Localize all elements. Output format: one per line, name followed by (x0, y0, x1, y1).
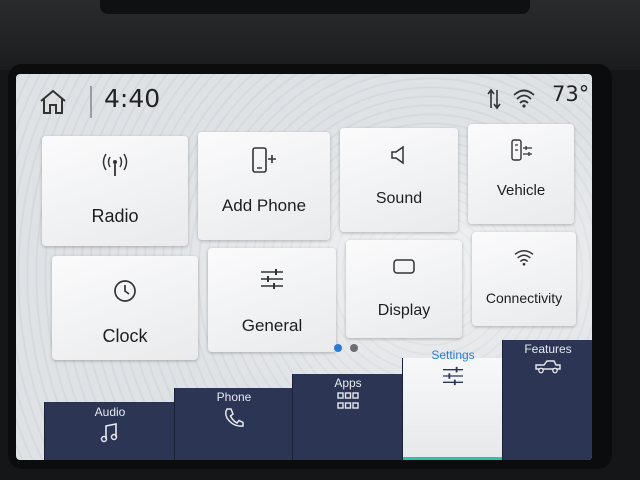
bezel-slot (100, 0, 530, 14)
tile-label: Radio (91, 206, 139, 226)
tile-add-phone[interactable]: Add Phone (198, 132, 330, 240)
tab-label: Apps (334, 376, 362, 390)
sliders-icon (443, 366, 463, 386)
status-time: 4:40 (104, 84, 161, 113)
tab-label: Settings (431, 348, 475, 362)
tile-display[interactable]: Display (346, 240, 462, 338)
status-bar: 4:40 73° (16, 74, 592, 128)
radio-icon (102, 153, 128, 176)
tab-apps[interactable]: Apps (292, 374, 403, 460)
sliders-icon (261, 269, 283, 289)
tile-label: Vehicle (496, 182, 546, 199)
tile-sound[interactable]: Sound (340, 128, 458, 232)
tile-label: Connectivity (485, 290, 563, 306)
tab-audio[interactable]: Audio (44, 402, 175, 460)
tile-label: General (241, 316, 303, 335)
infotainment-screen: 4:40 73° Radio Add Phone Sound Vehicle C… (16, 74, 592, 460)
add-phone-icon (252, 147, 276, 173)
status-temperature: 73° (552, 82, 590, 106)
tile-clock[interactable]: Clock (52, 256, 198, 360)
signal-arrows-icon (487, 88, 501, 110)
home-icon[interactable] (38, 88, 68, 116)
page-dot-2[interactable] (350, 344, 358, 352)
vehicle-settings-icon (511, 139, 532, 161)
truck-icon (535, 360, 561, 374)
page-indicator (334, 344, 364, 354)
wifi-icon (514, 249, 534, 266)
active-tab-indicator (403, 457, 503, 460)
speaker-icon (391, 145, 404, 165)
tile-label: Add Phone (221, 196, 307, 215)
page-dot-1[interactable] (334, 344, 342, 352)
tile-radio[interactable]: Radio (42, 136, 188, 246)
tab-features[interactable]: Features (502, 340, 592, 460)
tile-general[interactable]: General (208, 248, 336, 352)
tile-vehicle[interactable]: Vehicle (468, 124, 574, 224)
tab-settings[interactable]: Settings (402, 348, 503, 460)
tab-phone[interactable]: Phone (174, 388, 293, 460)
music-note-icon (100, 423, 118, 443)
wifi-icon (513, 89, 535, 108)
tile-label: Display (377, 302, 431, 319)
apps-grid-icon (337, 392, 359, 409)
status-divider (90, 86, 92, 118)
phone-handset-icon (225, 408, 244, 427)
tab-label: Features (524, 342, 572, 356)
tab-label: Audio (94, 405, 126, 419)
dashboard-bezel (0, 0, 640, 70)
tile-label: Sound (375, 190, 423, 207)
tile-label: Clock (102, 326, 148, 346)
clock-icon (114, 280, 136, 302)
tile-connectivity[interactable]: Connectivity (472, 232, 576, 326)
display-icon (393, 259, 415, 274)
tab-label: Phone (216, 390, 252, 404)
